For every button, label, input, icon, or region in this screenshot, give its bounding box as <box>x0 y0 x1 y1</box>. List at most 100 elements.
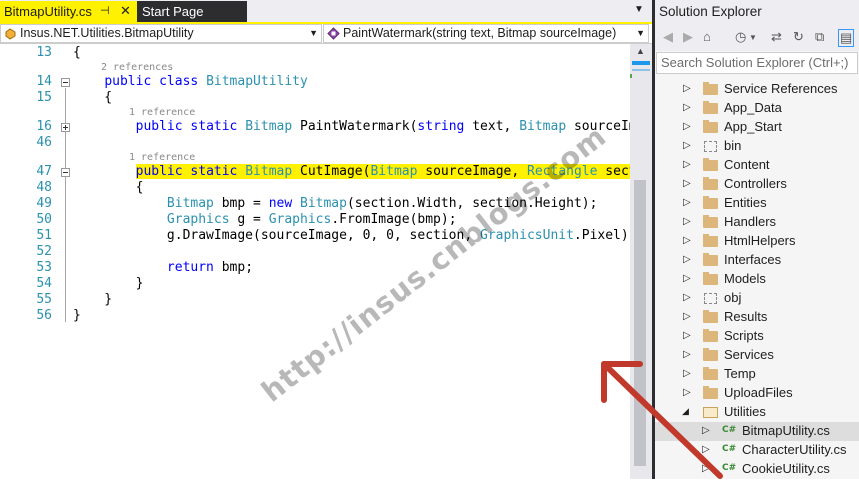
collapse-icon[interactable] <box>61 168 70 177</box>
expand-arrow-icon[interactable]: ▷ <box>683 292 691 303</box>
expand-arrow-icon[interactable]: ▷ <box>683 368 691 379</box>
tree-item-label: Handlers <box>724 214 777 229</box>
collapse-icon[interactable] <box>61 78 70 87</box>
tree-folder[interactable]: ▷ App_Data <box>655 99 859 118</box>
tree-folder[interactable]: ▷ bin <box>655 137 859 156</box>
tree-folder[interactable]: ▷ Handlers <box>655 213 859 232</box>
tree-folder[interactable]: ◢ Utilities <box>655 403 859 422</box>
tree-file[interactable]: ▷ C# BitmapUtility.cs <box>655 422 859 441</box>
navigation-bar: Insus.NET.Utilities.BitmapUtility ▼ Pain… <box>0 24 652 44</box>
expand-arrow-icon[interactable]: ▷ <box>683 102 691 113</box>
code-line: { <box>73 180 144 195</box>
show-all-files-icon[interactable]: ▤ <box>838 29 855 47</box>
line-number: 56 <box>36 308 52 323</box>
expand-arrow-icon[interactable]: ▷ <box>683 197 691 208</box>
tree-folder[interactable]: ▷ Scripts <box>655 327 859 346</box>
tree-item-label: App_Data <box>724 100 782 115</box>
tree-folder[interactable]: ▷ Interfaces <box>655 251 859 270</box>
folder-icon <box>703 234 718 247</box>
forward-icon[interactable]: ▶ <box>683 29 693 45</box>
member-selector[interactable]: PaintWatermark(string text, Bitmap sourc… <box>323 24 649 43</box>
tree-folder[interactable]: ▷ App_Start <box>655 118 859 137</box>
tree-item-label: HtmlHelpers <box>724 233 796 248</box>
line-number: 46 <box>36 135 52 150</box>
expand-arrow-icon[interactable]: ▷ <box>683 235 691 246</box>
expand-arrow-icon[interactable]: ▷ <box>683 140 691 151</box>
tab-start-page[interactable]: Start Page <box>137 1 247 23</box>
expand-arrow-icon[interactable]: ▷ <box>702 444 710 455</box>
solution-tree[interactable]: ▷ Service References ▷ App_Data ▷ App_Start ▷ b… <box>655 74 859 479</box>
tab-bitmaputility[interactable]: BitmapUtility.cs ⊣ ✕ <box>0 1 137 23</box>
code-line-highlighted: public static Bitmap CutImage(Bitmap sou… <box>73 164 668 179</box>
expand-arrow-icon[interactable]: ▷ <box>683 159 691 170</box>
expand-icon[interactable] <box>61 123 70 132</box>
expand-arrow-icon[interactable]: ▷ <box>683 387 691 398</box>
scroll-up-icon[interactable]: ▲ <box>636 46 645 56</box>
tree-folder[interactable]: ▷ Controllers <box>655 175 859 194</box>
codelens-references[interactable]: 2 references <box>101 62 173 73</box>
expand-arrow-icon[interactable]: ▷ <box>683 178 691 189</box>
code-line: { <box>73 45 81 60</box>
refresh-icon[interactable]: ↻ <box>793 29 804 45</box>
tree-folder[interactable]: ▷ UploadFiles <box>655 384 859 403</box>
expanded-arrow-icon[interactable]: ◢ <box>682 406 689 417</box>
search-input[interactable]: Search Solution Explorer (Ctrl+;) <box>656 52 858 74</box>
pending-changes-icon[interactable]: ◷ <box>735 29 746 45</box>
code-line: return bmp; <box>166 260 254 275</box>
tree-folder[interactable]: ▷ Service References <box>655 80 859 99</box>
expand-arrow-icon[interactable]: ▷ <box>702 425 710 436</box>
codelens-references[interactable]: 1 reference <box>129 107 195 118</box>
expand-arrow-icon[interactable]: ▷ <box>683 330 691 341</box>
code-view[interactable]: 13 14 15 16 46 47 48 49 50 51 52 53 54 5… <box>0 44 696 479</box>
class-selector[interactable]: Insus.NET.Utilities.BitmapUtility ▼ <box>0 24 322 43</box>
tree-folder[interactable]: ▷ obj <box>655 289 859 308</box>
expand-arrow-icon[interactable]: ▷ <box>683 83 691 94</box>
tree-folder[interactable]: ▷ Entities <box>655 194 859 213</box>
close-icon[interactable]: ✕ <box>120 3 131 19</box>
expand-arrow-icon[interactable]: ▷ <box>683 254 691 265</box>
tree-folder[interactable]: ▷ Temp <box>655 365 859 384</box>
method-icon <box>327 27 340 40</box>
expand-arrow-icon[interactable]: ▷ <box>683 216 691 227</box>
tree-folder[interactable]: ▷ Models <box>655 270 859 289</box>
scrollbar-thumb[interactable] <box>634 180 646 466</box>
tree-file[interactable]: ▷ C# CharacterUtility.cs <box>655 441 859 460</box>
folder-icon <box>703 310 718 323</box>
tab-title: BitmapUtility.cs <box>4 4 92 19</box>
chevron-down-icon[interactable]: ▼ <box>636 28 645 38</box>
tree-folder[interactable]: ▷ Results <box>655 308 859 327</box>
codelens-references[interactable]: 1 reference <box>129 152 195 163</box>
line-number: 52 <box>36 244 52 259</box>
code-line: Graphics g = Graphics.FromImage(bmp); <box>166 212 457 227</box>
tree-folder[interactable]: ▷ Content <box>655 156 859 175</box>
chevron-down-icon[interactable]: ▼ <box>309 28 318 38</box>
home-icon[interactable]: ⌂ <box>703 29 711 44</box>
sync-icon[interactable]: ⇄ <box>771 29 782 45</box>
tree-folder[interactable]: ▷ HtmlHelpers <box>655 232 859 251</box>
csharp-file-icon: C# <box>722 425 737 435</box>
expand-arrow-icon[interactable]: ▷ <box>683 273 691 284</box>
line-number: 49 <box>36 196 52 211</box>
tree-file[interactable]: ▷ C# CookieUtility.cs <box>655 460 859 479</box>
folder-icon <box>703 215 718 228</box>
pin-icon[interactable]: ⊣ <box>100 4 110 17</box>
tree-item-label: CookieUtility.cs <box>742 461 830 476</box>
collapse-all-icon[interactable]: ⧉ <box>815 29 824 45</box>
expand-arrow-icon[interactable]: ▷ <box>683 121 691 132</box>
code-line: { <box>73 90 113 105</box>
code-line: public static Bitmap PaintWatermark(stri… <box>73 118 696 135</box>
tab-overflow-icon[interactable]: ▼ <box>634 4 644 15</box>
tree-folder[interactable]: ▷ Services <box>655 346 859 365</box>
folder-icon <box>703 196 718 209</box>
vertical-scrollbar[interactable]: ▲ <box>630 44 652 479</box>
expand-arrow-icon[interactable]: ▷ <box>683 349 691 360</box>
chevron-down-icon[interactable]: ▼ <box>749 33 757 42</box>
expand-arrow-icon[interactable]: ▷ <box>683 311 691 322</box>
folder-icon <box>703 177 718 190</box>
back-icon[interactable]: ◀ <box>663 29 673 45</box>
tree-item-label: Entities <box>724 195 767 210</box>
expand-arrow-icon[interactable]: ▷ <box>702 463 710 474</box>
search-placeholder: Search Solution Explorer (Ctrl+;) <box>661 55 849 70</box>
tree-item-label: obj <box>724 290 742 305</box>
code-line: g.DrawImage(sourceImage, 0, 0, section, … <box>73 228 637 243</box>
